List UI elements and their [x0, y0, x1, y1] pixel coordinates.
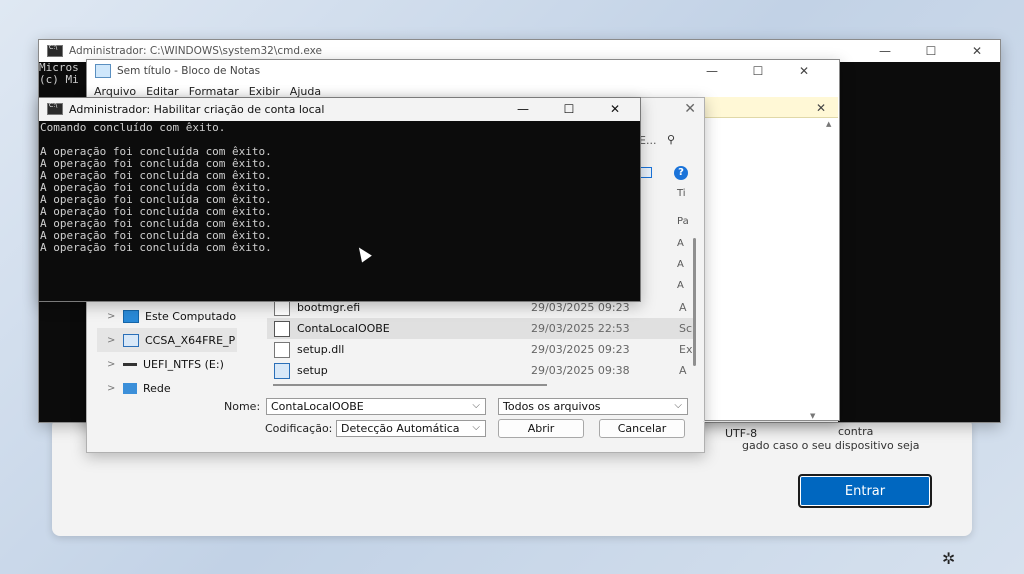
- file-name: setup.dll: [297, 343, 345, 356]
- file-date: 29/03/2025 09:38: [531, 364, 630, 377]
- name-label: Nome:: [224, 400, 261, 413]
- chevron-right-icon[interactable]: >: [107, 335, 117, 346]
- status-separator: [703, 421, 838, 422]
- file-name: ContaLocalOOBE: [297, 322, 390, 335]
- close-button[interactable]: ✕: [781, 60, 827, 82]
- minimize-button[interactable]: —: [500, 98, 546, 120]
- file-date: 29/03/2025 09:23: [531, 301, 630, 314]
- search-icon[interactable]: ⚲: [667, 133, 675, 146]
- drive-icon: [123, 362, 137, 366]
- accessibility-icon[interactable]: ✲: [942, 549, 955, 568]
- chevron-right-icon[interactable]: >: [107, 359, 117, 370]
- tree-item-este-computador[interactable]: > Este Computado: [97, 304, 237, 328]
- tree-item-label: Rede: [143, 381, 171, 395]
- setup-file-icon: [274, 362, 290, 379]
- close-button[interactable]: ✕: [592, 98, 638, 120]
- script-file-icon: [274, 320, 290, 337]
- minimize-button[interactable]: —: [862, 40, 908, 62]
- monitor-icon: [123, 309, 139, 323]
- chevron-down-icon[interactable]: ⌵: [472, 422, 480, 433]
- column-header-type[interactable]: Ti: [677, 188, 686, 199]
- maximize-button[interactable]: ☐: [908, 40, 954, 62]
- file-type: A: [679, 364, 687, 377]
- vertical-scrollbar[interactable]: [693, 238, 696, 366]
- encoding-select[interactable]: Detecção Automática ⌵: [336, 420, 486, 437]
- notepad-icon: [95, 64, 111, 78]
- oobe-text-line2: gado caso o seu dispositivo seja: [742, 439, 920, 452]
- cmd-icon: [47, 44, 63, 57]
- cmd-icon: [47, 102, 63, 115]
- close-button[interactable]: ✕: [954, 40, 1000, 62]
- chevron-down-icon[interactable]: ⌵: [674, 400, 682, 411]
- chevron-right-icon[interactable]: >: [107, 311, 117, 322]
- close-icon[interactable]: ✕: [816, 101, 826, 115]
- chevron-down-icon[interactable]: ⌵: [472, 400, 480, 411]
- close-icon[interactable]: ✕: [684, 101, 696, 117]
- file-row[interactable]: setup.dll 29/03/2025 09:23 Ex: [267, 339, 695, 360]
- horizontal-scrollbar[interactable]: [273, 384, 547, 386]
- filename-field[interactable]: ContaLocalOOBE ⌵: [266, 398, 486, 415]
- file-type: Sc: [679, 322, 693, 335]
- navigation-tree: > Este Computado > CCSA_X64FRE_P > UEFI_…: [97, 304, 237, 400]
- menu-formatar[interactable]: Formatar: [184, 85, 244, 98]
- file-date: 29/03/2025 22:53: [531, 322, 630, 335]
- menu-arquivo[interactable]: Arquivo: [89, 85, 141, 98]
- encoding-label: Codificação:: [265, 422, 333, 435]
- cmd-main-title: Administrador: C:\WINDOWS\system32\cmd.e…: [69, 45, 322, 57]
- cmd-small-titlebar[interactable]: Administrador: Habilitar criação de cont…: [39, 98, 640, 120]
- file-name: bootmgr.efi: [297, 301, 361, 314]
- filter-value: Todos os arquivos: [503, 400, 601, 413]
- minimize-button[interactable]: —: [689, 60, 735, 82]
- file-type-filter[interactable]: Todos os arquivos ⌵: [498, 398, 688, 415]
- tree-item-label: CCSA_X64FRE_P: [145, 333, 236, 347]
- scroll-down-icon[interactable]: ▼: [810, 412, 815, 420]
- console-line: A operação foi concluída com êxito.: [40, 241, 272, 254]
- tree-item-rede[interactable]: > Rede: [97, 376, 237, 400]
- console-line: Comando concluído com êxito.: [40, 121, 226, 134]
- maximize-button[interactable]: ☐: [735, 60, 781, 82]
- menu-editar[interactable]: Editar: [141, 85, 184, 98]
- help-icon[interactable]: ?: [674, 166, 688, 180]
- encoding-value: Detecção Automática: [341, 422, 460, 435]
- type-cell: A: [677, 259, 684, 270]
- notepad-titlebar[interactable]: Sem título - Bloco de Notas — ☐ ✕: [87, 60, 839, 82]
- tree-item-ccsa[interactable]: > CCSA_X64FRE_P: [97, 328, 237, 352]
- cmd-small-title: Administrador: Habilitar criação de cont…: [69, 102, 325, 116]
- enter-button[interactable]: Entrar: [798, 474, 932, 508]
- file-name: setup: [297, 364, 328, 377]
- file-row[interactable]: ContaLocalOOBE 29/03/2025 22:53 Sc: [267, 318, 695, 339]
- file-row[interactable]: setup 29/03/2025 09:38 A: [267, 360, 695, 381]
- network-icon: [123, 382, 137, 394]
- dll-file-icon: [274, 341, 290, 358]
- chevron-right-icon[interactable]: >: [107, 383, 117, 394]
- scroll-up-icon[interactable]: ▲: [826, 120, 831, 128]
- encoding-status: UTF-8: [725, 427, 758, 440]
- filename-value: ContaLocalOOBE: [271, 400, 364, 413]
- type-cell: A: [677, 238, 684, 249]
- cancel-button[interactable]: Cancelar: [599, 419, 685, 438]
- file-date: 29/03/2025 09:23: [531, 343, 630, 356]
- menu-ajuda[interactable]: Ajuda: [285, 85, 326, 98]
- file-list: bootmgr.efi 29/03/2025 09:23 A ContaLoca…: [267, 297, 695, 381]
- type-cell: Pa: [677, 216, 689, 227]
- open-button[interactable]: Abrir: [498, 419, 584, 438]
- file-type: Ex: [679, 343, 693, 356]
- type-cell: A: [677, 280, 684, 291]
- tree-item-label: UEFI_NTFS (E:): [143, 357, 224, 371]
- maximize-button[interactable]: ☐: [546, 98, 592, 120]
- cmd-small-console[interactable]: Comando concluído com êxito. A operação …: [39, 121, 640, 301]
- file-type: A: [679, 301, 687, 314]
- cmd-small-window[interactable]: Administrador: Habilitar criação de cont…: [38, 97, 641, 302]
- tree-item-uefi-ntfs[interactable]: > UEFI_NTFS (E:): [97, 352, 237, 376]
- drive-icon: [123, 333, 139, 347]
- tree-item-label: Este Computado: [145, 309, 237, 323]
- search-input[interactable]: E...: [639, 134, 656, 147]
- menu-exibir[interactable]: Exibir: [244, 85, 285, 98]
- notepad-title: Sem título - Bloco de Notas: [117, 65, 261, 77]
- oobe-text-line1: contra: [838, 425, 874, 438]
